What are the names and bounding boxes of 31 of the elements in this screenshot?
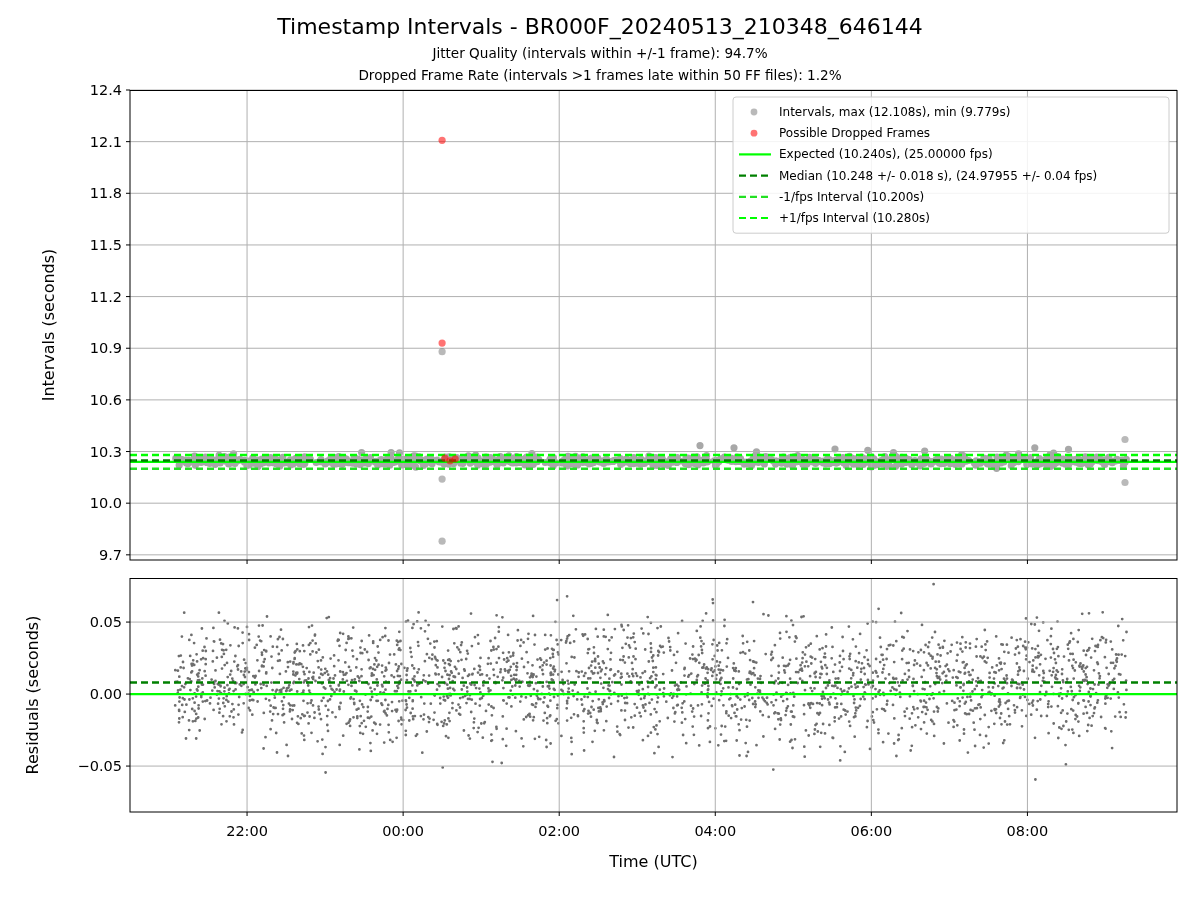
y-axis-label: Intervals (seconds) xyxy=(39,248,58,402)
y-tick-label: 10.9 xyxy=(89,340,122,357)
y-tick-label: 11.2 xyxy=(89,288,122,305)
y-tick-label: 0.00 xyxy=(89,686,122,703)
legend-label: Intervals, max (12.108s), min (9.779s) xyxy=(779,105,1011,119)
y-tick-label: 9.7 xyxy=(98,546,122,563)
x-tick-label: 08:00 xyxy=(1006,823,1049,839)
x-tick-label: 04:00 xyxy=(694,823,737,839)
x-tick-label: 22:00 xyxy=(226,823,268,839)
x-tick-label: 06:00 xyxy=(850,823,893,839)
y-axis-label: Residuals (seconds) xyxy=(23,615,42,775)
legend-label: Expected (10.240s), (25.00000 fps) xyxy=(779,147,993,162)
y-tick-label: 10.6 xyxy=(89,391,122,408)
legend-label: Possible Dropped Frames xyxy=(779,126,931,141)
x-tick-label: 00:00 xyxy=(382,823,425,839)
y-tick-label: 11.5 xyxy=(89,236,122,253)
x-tick-label: 02:00 xyxy=(538,823,581,839)
chart-title: Timestamp Intervals - BR000F_20240513_210348_646144 xyxy=(277,14,923,40)
y-tick-label: 12.1 xyxy=(89,133,122,150)
y-tick-label: −0.05 xyxy=(77,758,122,775)
chart-subtitle: Jitter Quality (intervals within +/-1 frame): 94.7% xyxy=(432,44,768,63)
x-axis-label: Time (UTC) xyxy=(609,852,698,871)
legend-label: +1/fps Interval (10.280s) xyxy=(779,211,930,225)
y-tick-label: 11.8 xyxy=(89,185,122,202)
y-tick-label: 10.3 xyxy=(89,443,122,460)
y-tick-label: 12.4 xyxy=(89,82,122,98)
y-tick-label: 10.0 xyxy=(89,495,122,512)
chart-subtitle: Dropped Frame Rate (intervals >1 frames late within 50 FF files): 1.2% xyxy=(358,66,842,85)
y-tick-label: 0.05 xyxy=(89,614,122,631)
legend-label: Median (10.248 +/- 0.018 s), (24.97955 +/- 0.04 fps) xyxy=(779,168,1098,183)
legend-label: -1/fps Interval (10.200s) xyxy=(779,189,925,204)
